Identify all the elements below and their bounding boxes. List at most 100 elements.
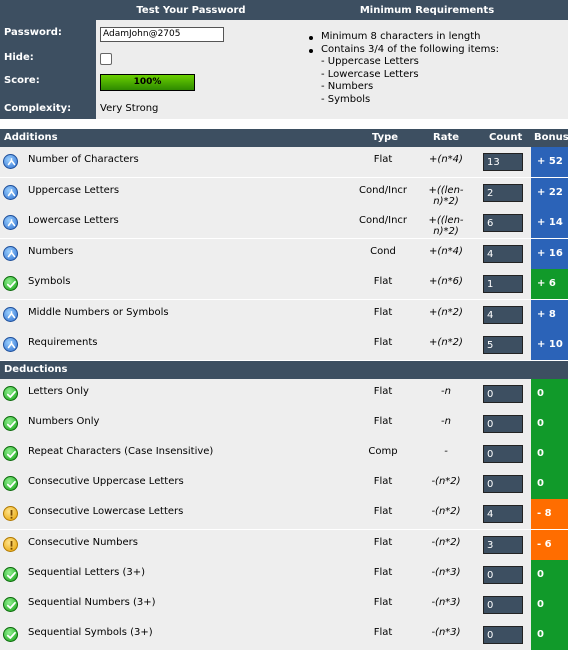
criterion-type: Cond (370, 245, 396, 257)
requirement-subitem: - Uppercase Letters (321, 56, 419, 67)
score-label: Score: (4, 75, 40, 86)
score-text: 100% (133, 77, 162, 87)
criterion-name: Letters Only (28, 386, 89, 397)
deductions-row: Sequential Letters (3+) Flat -(n*3) 0 0 (0, 559, 568, 590)
password-input[interactable]: AdamJohn@2705 (100, 27, 224, 42)
criterion-rate: +(n*2) (429, 306, 463, 318)
criterion-name: Repeat Characters (Case Insensitive) (28, 446, 214, 458)
criterion-bonus: 0 (531, 589, 568, 620)
criterion-bonus: 0 (531, 469, 568, 500)
requirements-panel: Minimum 8 characters in length Contains … (286, 20, 568, 119)
deductions-title: Deductions (4, 364, 68, 375)
deductions-row: Repeat Characters (Case Insensitive) Comp… (0, 439, 568, 470)
criterion-count: 1 (483, 275, 523, 293)
complexity-label: Complexity: (4, 103, 72, 114)
criterion-rate: -(n*2) (431, 536, 461, 548)
criterion-name: Requirements (28, 337, 98, 348)
criterion-count: 0 (483, 385, 523, 403)
additions-title: Additions (4, 132, 58, 143)
criterion-bonus: 0 (531, 559, 568, 590)
criterion-rate: -n (441, 416, 451, 428)
deductions-row: Sequential Symbols (3+) Flat -(n*3) 0 0 (0, 619, 568, 650)
check-icon (3, 386, 18, 401)
criterion-name: Numbers Only (28, 416, 100, 428)
criterion-type: Cond/Incr (358, 184, 408, 196)
criterion-rate: -(n*3) (431, 566, 461, 578)
warning-icon (3, 506, 18, 522)
criterion-count: 0 (483, 565, 523, 584)
criterion-rate: -(n*3) (431, 626, 461, 638)
deductions-row: Consecutive Uppercase Letters Flat -(n*2) 0… (0, 469, 568, 500)
additions-row: Middle Numbers or Symbols Flat +(n*2) 4 + 8 (0, 299, 568, 330)
check-icon (3, 416, 18, 432)
criterion-count: 5 (483, 336, 523, 354)
criterion-type: Flat (373, 506, 393, 518)
criterion-count: 0 (483, 595, 523, 614)
criterion-count: 3 (483, 535, 523, 554)
deductions-row: Consecutive Numbers Flat -(n*2) 3 - 6 (0, 529, 568, 560)
criterion-rate: -(n*2) (431, 476, 461, 488)
requirement-subitem: - Numbers (321, 81, 374, 92)
criterion-rate: +(n*4) (429, 245, 463, 257)
criterion-name: Sequential Symbols (3+) (28, 626, 153, 638)
requirements-title: Minimum Requirements (286, 0, 568, 20)
criterion-type: Flat (373, 386, 393, 397)
criterion-rate: -(n*2) (431, 506, 461, 518)
info-icon (3, 154, 18, 169)
criterion-rate: +(n*2) (429, 337, 463, 348)
requirement-item: Minimum 8 characters in length (306, 31, 499, 44)
info-icon (3, 245, 18, 261)
criterion-type: Flat (373, 566, 393, 578)
password-test-panel: Test Your Password Minimum Requirements … (0, 0, 568, 119)
password-label: Password: (4, 27, 62, 38)
criterion-type: Flat (373, 154, 393, 165)
criterion-count: 6 (483, 214, 523, 232)
criterion-rate: -(n*3) (431, 596, 461, 608)
criterion-count: 4 (483, 244, 523, 263)
deductions-row: Numbers Only Flat -n 0 0 (0, 409, 568, 440)
criterion-type: Flat (373, 337, 393, 348)
check-icon (3, 566, 18, 582)
additions-row: Numbers Cond +(n*4) 4 + 16 (0, 238, 568, 269)
additions-row: Number of Characters Flat +(n*4) 13 + 52 (0, 147, 568, 177)
criterion-type: Comp (368, 446, 398, 458)
criterion-rate: +(n*4) (429, 154, 463, 165)
criterion-rate: +(n*6) (429, 276, 463, 287)
additions-header: Additions Type Rate Count Bonus (0, 129, 568, 147)
additions-row: Uppercase Letters Cond/Incr +((len-n)*2) 2 +… (0, 177, 568, 208)
score-bar: 100% (100, 74, 195, 91)
warning-icon (3, 536, 18, 552)
criterion-count: 13 (483, 153, 523, 171)
criterion-count: 0 (483, 625, 523, 644)
criterion-bonus: + 22 (531, 177, 568, 208)
criterion-name: Uppercase Letters (28, 184, 120, 196)
hide-checkbox[interactable] (100, 53, 112, 65)
criterion-bonus: 0 (531, 409, 568, 440)
criterion-bonus: + 8 (531, 299, 568, 330)
criterion-name: Consecutive Uppercase Letters (28, 476, 184, 488)
criterion-name: Number of Characters (28, 154, 139, 165)
criterion-type: Flat (373, 626, 393, 638)
criterion-type: Flat (373, 306, 393, 318)
criterion-name: Consecutive Numbers (28, 536, 138, 548)
criterion-count: 4 (483, 305, 523, 324)
criterion-bonus: - 6 (531, 529, 568, 560)
criterion-bonus: 0 (531, 379, 568, 409)
criterion-count: 0 (483, 475, 523, 494)
criterion-type: Cond/Incr (358, 215, 408, 226)
requirements-list: Minimum 8 characters in length Contains … (306, 31, 499, 106)
criterion-name: Lowercase Letters (28, 215, 119, 226)
criterion-rate: -n (441, 386, 451, 397)
criterion-bonus: + 14 (531, 208, 568, 238)
requirement-item: Contains 3/4 of the following items: (306, 44, 499, 57)
type-column-header: Type (372, 132, 399, 143)
criterion-bonus: + 6 (531, 269, 568, 299)
check-icon (3, 276, 18, 291)
criterion-name: Middle Numbers or Symbols (28, 306, 169, 318)
deductions-row: Sequential Numbers (3+) Flat -(n*3) 0 0 (0, 589, 568, 620)
deductions-row: Consecutive Lowercase Letters Flat -(n*2) 4… (0, 499, 568, 530)
criterion-rate: +((len-n)*2) (428, 215, 464, 237)
criterion-bonus: + 52 (531, 147, 568, 177)
requirement-subitem: - Lowercase Letters (321, 68, 419, 80)
info-icon (3, 215, 18, 230)
